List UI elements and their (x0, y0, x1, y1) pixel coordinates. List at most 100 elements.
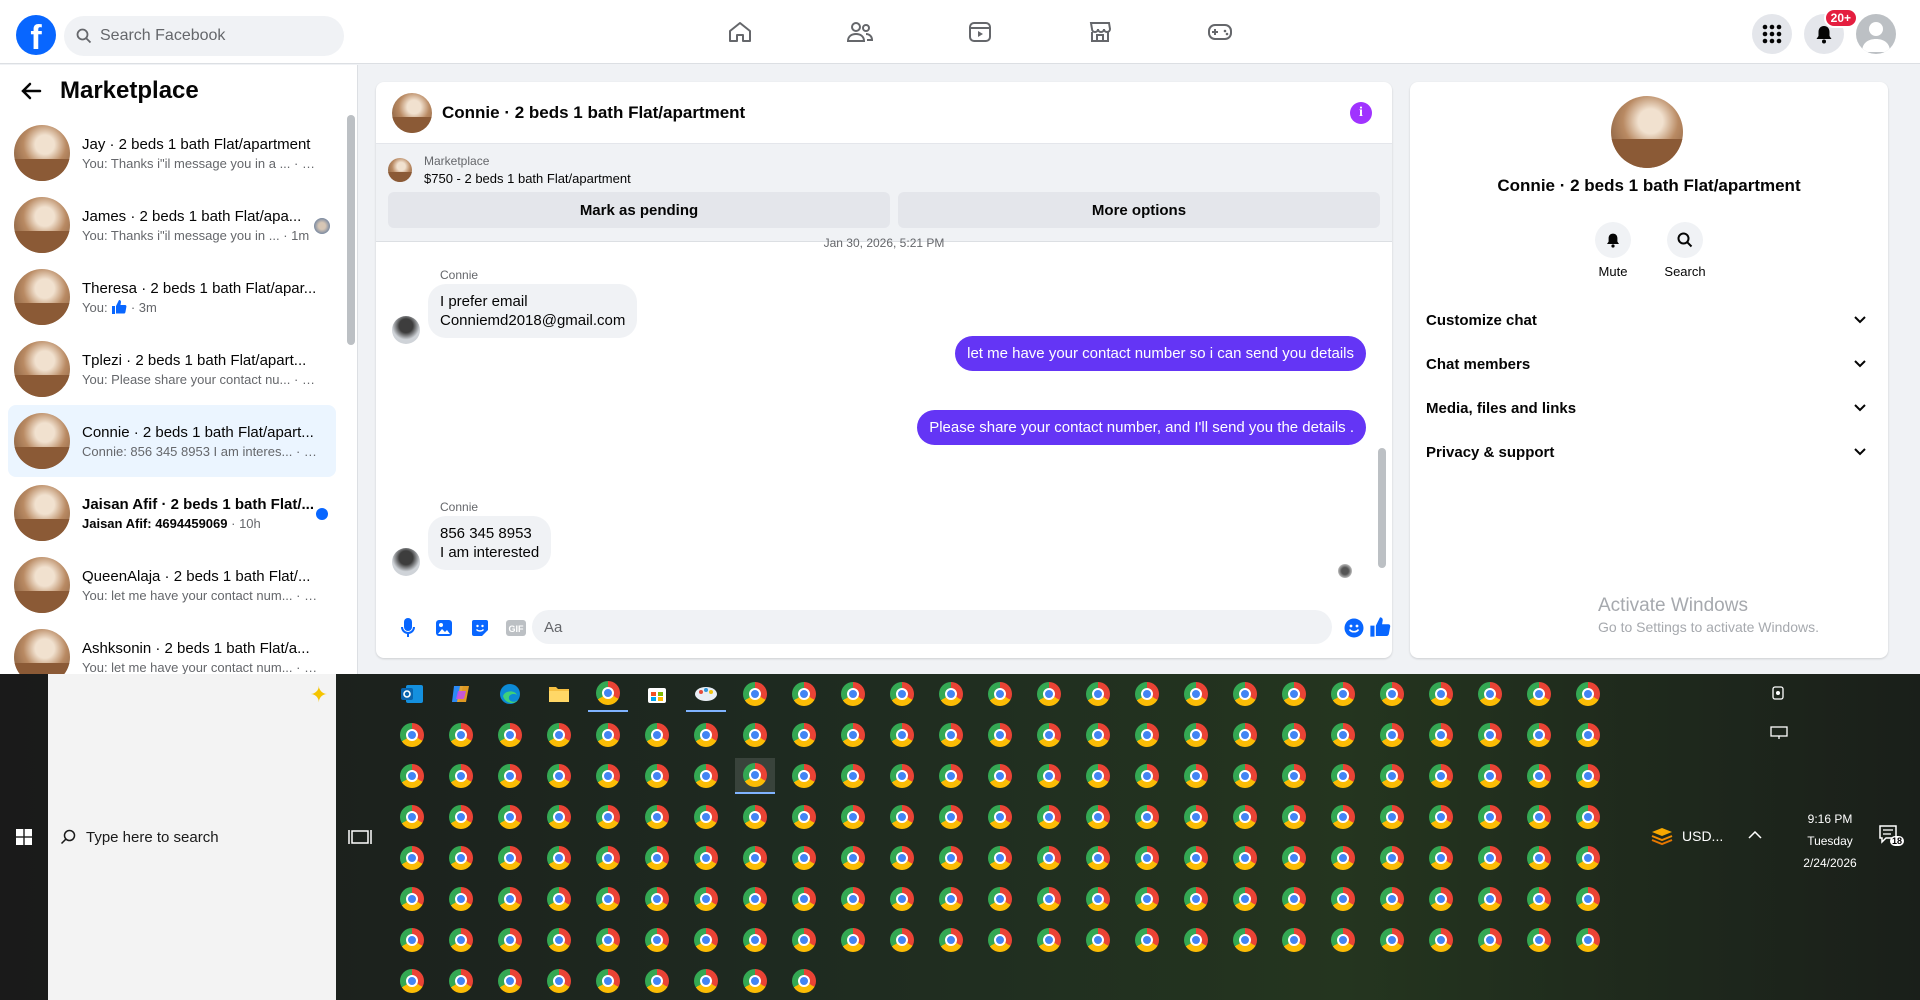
chrome-profile-app-icon[interactable] (1519, 799, 1559, 835)
chrome-profile-app-icon[interactable] (392, 881, 432, 917)
chrome-profile-app-icon[interactable] (1519, 881, 1559, 917)
chrome-profile-app-icon[interactable] (1176, 840, 1216, 876)
chrome-profile-app-icon[interactable] (1176, 881, 1216, 917)
chat-scrollbar[interactable] (1378, 248, 1386, 592)
chrome-profile-app-icon[interactable] (1372, 717, 1412, 753)
chrome-profile-app-icon[interactable] (735, 881, 775, 917)
chrome-profile-app-icon[interactable] (833, 881, 873, 917)
chrome-profile-app-icon[interactable] (735, 717, 775, 753)
chrome-profile-app-icon[interactable] (1470, 799, 1510, 835)
chrome-profile-app-icon[interactable] (882, 717, 922, 753)
chrome-profile-app-icon[interactable] (980, 840, 1020, 876)
chrome-profile-app-icon[interactable] (539, 840, 579, 876)
chrome-profile-app-icon[interactable] (490, 758, 530, 794)
chrome-profile-app-icon[interactable] (588, 676, 628, 712)
facebook-logo[interactable]: f (16, 15, 56, 55)
chrome-profile-app-icon[interactable] (1421, 881, 1461, 917)
chrome-profile-app-icon[interactable] (1519, 676, 1559, 712)
chrome-profile-app-icon[interactable] (1372, 922, 1412, 958)
copilot-app-icon[interactable] (441, 676, 481, 712)
chrome-profile-app-icon[interactable] (784, 717, 824, 753)
notifications-button[interactable]: 20+ (1804, 8, 1858, 54)
chrome-profile-app-icon[interactable] (686, 758, 726, 794)
chrome-profile-app-icon[interactable] (833, 840, 873, 876)
chrome-profile-app-icon[interactable] (686, 840, 726, 876)
chrome-profile-app-icon[interactable] (392, 922, 432, 958)
chrome-profile-app-icon[interactable] (441, 840, 481, 876)
chrome-profile-app-icon[interactable] (1225, 717, 1265, 753)
chrome-profile-app-icon[interactable] (588, 758, 628, 794)
friends-tab[interactable] (800, 0, 920, 64)
chrome-profile-app-icon[interactable] (1274, 676, 1314, 712)
chrome-profile-app-icon[interactable] (1421, 717, 1461, 753)
chrome-profile-app-icon[interactable] (490, 717, 530, 753)
chrome-profile-app-icon[interactable] (588, 799, 628, 835)
chrome-profile-app-icon[interactable] (1078, 758, 1118, 794)
paint-app-icon[interactable] (686, 676, 726, 712)
chrome-profile-app-icon[interactable] (490, 881, 530, 917)
chrome-profile-app-icon[interactable] (1225, 758, 1265, 794)
customize-chat-section[interactable]: Customize chat (1426, 298, 1872, 342)
chrome-profile-app-icon[interactable] (735, 799, 775, 835)
chrome-profile-app-icon[interactable] (1225, 881, 1265, 917)
chrome-profile-app-icon[interactable] (1029, 881, 1069, 917)
chat-listing-avatar[interactable] (392, 92, 432, 133)
more-options-button[interactable]: More options (898, 192, 1380, 228)
chrome-profile-app-icon[interactable] (1225, 840, 1265, 876)
chrome-profile-app-icon[interactable] (637, 799, 677, 835)
chrome-profile-app-icon[interactable] (784, 963, 824, 999)
conversation-item[interactable]: James · 2 beds 1 bath Flat/apa... You: T… (8, 189, 336, 261)
chrome-profile-app-icon[interactable] (1127, 799, 1167, 835)
chrome-profile-app-icon[interactable] (1323, 799, 1363, 835)
chrome-profile-app-icon[interactable] (686, 799, 726, 835)
chrome-profile-app-icon[interactable] (392, 840, 432, 876)
chrome-profile-app-icon[interactable] (1274, 922, 1314, 958)
video-tab[interactable] (920, 0, 1040, 64)
chrome-profile-app-icon[interactable] (1421, 676, 1461, 712)
chat-profile-avatar[interactable] (1611, 96, 1683, 168)
chrome-profile-app-icon[interactable] (1078, 840, 1118, 876)
chrome-profile-app-icon[interactable] (882, 799, 922, 835)
chrome-profile-app-icon[interactable] (931, 840, 971, 876)
chrome-profile-app-icon[interactable] (1568, 881, 1608, 917)
currency-widget[interactable]: USD... (1650, 826, 1723, 846)
chrome-profile-app-icon[interactable] (1225, 922, 1265, 958)
chrome-profile-app-icon[interactable] (1127, 881, 1167, 917)
listing-thumbnail-small[interactable] (388, 158, 412, 182)
clock[interactable]: 9:16 PM Tuesday 2/24/2026 (1790, 808, 1870, 874)
chrome-profile-app-icon[interactable] (1372, 676, 1412, 712)
chrome-profile-app-icon[interactable] (637, 963, 677, 999)
gif-button[interactable]: GIF (498, 610, 534, 646)
sender-avatar[interactable] (392, 548, 420, 576)
voice-clip-button[interactable] (390, 610, 426, 646)
chrome-profile-app-icon[interactable] (490, 840, 530, 876)
back-arrow-icon[interactable] (20, 81, 42, 101)
chrome-profile-app-icon[interactable] (735, 963, 775, 999)
chrome-profile-app-icon[interactable] (1323, 717, 1363, 753)
chrome-profile-app-icon[interactable] (882, 758, 922, 794)
chrome-profile-app-icon[interactable] (1568, 717, 1608, 753)
marketplace-tab[interactable] (1040, 0, 1160, 64)
chrome-profile-app-icon[interactable] (1078, 799, 1118, 835)
chrome-profile-app-icon[interactable] (1372, 840, 1412, 876)
privacy-support-section[interactable]: Privacy & support (1426, 430, 1872, 474)
chrome-profile-app-icon[interactable] (784, 676, 824, 712)
chrome-profile-app-icon[interactable] (1323, 922, 1363, 958)
conversation-item[interactable]: Tplezi · 2 beds 1 bath Flat/apart... You… (8, 333, 336, 405)
chat-title[interactable]: Connie · 2 beds 1 bath Flat/apartment (442, 103, 745, 123)
chrome-profile-app-icon[interactable] (441, 881, 481, 917)
chrome-profile-app-icon[interactable] (588, 922, 628, 958)
chrome-profile-app-icon[interactable] (539, 922, 579, 958)
message-input[interactable] (532, 610, 1332, 644)
chrome-profile-app-icon[interactable] (1323, 840, 1363, 876)
chrome-profile-app-icon[interactable] (1372, 799, 1412, 835)
chrome-profile-app-icon[interactable] (833, 717, 873, 753)
conversation-item-selected[interactable]: Connie · 2 beds 1 bath Flat/apart... Con… (8, 405, 336, 477)
chrome-profile-app-icon[interactable] (1176, 799, 1216, 835)
chrome-profile-app-icon[interactable] (686, 717, 726, 753)
conversation-item[interactable]: Jay · 2 beds 1 bath Flat/apartment You: … (8, 117, 336, 189)
chrome-profile-app-icon[interactable] (1568, 799, 1608, 835)
chrome-profile-app-icon[interactable] (637, 881, 677, 917)
conversation-item[interactable]: QueenAlaja · 2 beds 1 bath Flat/... You:… (8, 549, 336, 621)
chrome-profile-app-icon[interactable] (1421, 840, 1461, 876)
